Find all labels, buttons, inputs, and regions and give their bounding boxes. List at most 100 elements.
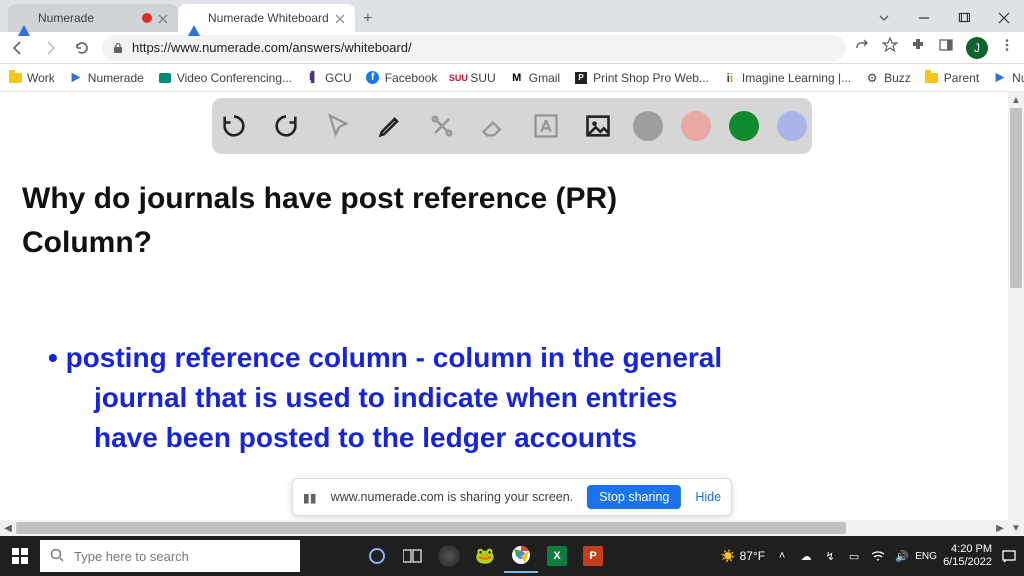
menu-icon[interactable] <box>1000 38 1014 57</box>
excel-icon[interactable]: X <box>540 539 574 573</box>
handwriting-question-line2: Column? <box>22 224 152 262</box>
bookmark-video-conferencing[interactable]: Video Conferencing... <box>158 71 292 85</box>
maximize-button[interactable] <box>944 4 984 32</box>
forward-button[interactable] <box>38 36 62 60</box>
stop-sharing-button[interactable]: Stop sharing <box>587 485 681 509</box>
chevron-down-icon[interactable] <box>864 4 904 32</box>
bookmark-numerade[interactable]: Numerade <box>69 71 144 85</box>
color-blue[interactable] <box>777 111 807 141</box>
gcu-icon: I▌ <box>306 71 320 85</box>
minimize-button[interactable] <box>904 4 944 32</box>
bookmark-numerade-portal[interactable]: Numerade Portal <box>993 71 1024 85</box>
color-grey[interactable] <box>633 111 663 141</box>
back-button[interactable] <box>6 36 30 60</box>
meet-icon <box>158 71 172 85</box>
scroll-down-icon[interactable]: ▼ <box>1008 520 1024 536</box>
scroll-track[interactable] <box>16 520 992 536</box>
suu-icon: SUU <box>451 71 465 85</box>
bookmark-work[interactable]: Work <box>8 71 55 85</box>
volume-icon[interactable]: 🔊 <box>895 549 909 563</box>
browser-tabs: Numerade Numerade Whiteboard + <box>0 0 381 32</box>
extensions-icon[interactable] <box>910 37 926 58</box>
printshop-icon: P <box>574 71 588 85</box>
notifications-icon[interactable] <box>1002 549 1016 563</box>
bookmark-buzz[interactable]: ⚙Buzz <box>865 71 911 85</box>
reload-button[interactable] <box>70 36 94 60</box>
app-icon[interactable] <box>432 539 466 573</box>
side-panel-icon[interactable] <box>938 37 954 58</box>
close-window-button[interactable] <box>984 4 1024 32</box>
bookmark-gcu[interactable]: I▌GCU <box>306 71 352 85</box>
undo-button[interactable] <box>217 109 251 143</box>
text-tool[interactable] <box>529 109 563 143</box>
taskbar-search[interactable]: Type here to search <box>40 540 300 572</box>
url-input[interactable]: https://www.numerade.com/answers/whitebo… <box>102 35 846 61</box>
weather-widget[interactable]: ☀️ 87°F <box>721 549 765 563</box>
facebook-icon: f <box>366 71 380 85</box>
scroll-thumb[interactable] <box>16 522 846 534</box>
task-view-icon[interactable] <box>396 539 430 573</box>
numerade-icon <box>188 11 202 25</box>
sun-icon: ☀️ <box>721 549 736 563</box>
close-tab-icon[interactable] <box>158 13 168 23</box>
vertical-scrollbar[interactable]: ▲ ▼ <box>1008 92 1024 536</box>
new-tab-button[interactable]: + <box>355 6 381 32</box>
battery-icon[interactable]: ▭ <box>847 549 861 563</box>
share-text: www.numerade.com is sharing your screen. <box>331 490 573 504</box>
scroll-up-icon[interactable]: ▲ <box>1008 92 1024 108</box>
powerpoint-icon[interactable]: P <box>576 539 610 573</box>
bluetooth-icon[interactable]: ↯ <box>823 549 837 563</box>
address-bar: https://www.numerade.com/answers/whitebo… <box>0 32 1024 64</box>
bookmark-gmail[interactable]: MGmail <box>510 71 560 85</box>
language-icon[interactable]: ENG <box>919 549 933 563</box>
close-tab-icon[interactable] <box>335 13 345 23</box>
share-icon[interactable] <box>854 37 870 58</box>
scroll-right-icon[interactable]: ▶ <box>992 520 1008 536</box>
recording-indicator-icon <box>142 13 152 23</box>
imagine-icon: ii <box>723 71 737 85</box>
bookmark-facebook[interactable]: fFacebook <box>366 71 438 85</box>
redo-button[interactable] <box>269 109 303 143</box>
profile-avatar[interactable]: J <box>966 37 988 59</box>
clock[interactable]: 4:20 PM 6/15/2022 <box>943 543 992 568</box>
folder-icon <box>925 71 939 85</box>
numerade-icon <box>69 71 83 85</box>
star-icon[interactable] <box>882 37 898 58</box>
taskbar-apps: 🐸 X P <box>360 539 610 573</box>
bookmark-parent[interactable]: Parent <box>925 71 979 85</box>
bookmark-imagine[interactable]: iiImagine Learning |... <box>723 71 851 85</box>
tab-title: Numerade Whiteboard <box>208 11 329 25</box>
pointer-tool[interactable] <box>321 109 355 143</box>
wifi-icon[interactable] <box>871 549 885 563</box>
scroll-thumb[interactable] <box>1010 108 1022 288</box>
browser-tab-whiteboard[interactable]: Numerade Whiteboard <box>178 4 355 32</box>
image-tool[interactable] <box>581 109 615 143</box>
share-site-icon: ▮▮ <box>303 490 317 505</box>
cortana-icon[interactable] <box>360 539 394 573</box>
scroll-left-icon[interactable]: ◀ <box>0 520 16 536</box>
numerade-icon <box>18 11 32 25</box>
toolbar-right: J <box>854 37 1018 59</box>
start-button[interactable] <box>0 536 40 576</box>
handwriting-answer-line1: • posting reference column - column in t… <box>48 340 722 375</box>
chrome-icon[interactable] <box>504 539 538 573</box>
bookmark-suu[interactable]: SUUSUU <box>451 71 495 85</box>
browser-tab-numerade[interactable]: Numerade <box>8 4 178 32</box>
system-tray: ☀️ 87°F ˄ ☁ ↯ ▭ 🔊 ENG 4:20 PM 6/15/2022 <box>721 543 1024 568</box>
color-pink[interactable] <box>681 111 711 141</box>
color-green[interactable] <box>729 111 759 141</box>
hide-share-bar-button[interactable]: Hide <box>695 490 721 504</box>
eraser-tool[interactable] <box>477 109 511 143</box>
pen-tool[interactable] <box>373 109 407 143</box>
handwriting-answer-line3: have been posted to the ledger accounts <box>94 420 637 455</box>
app-icon[interactable]: 🐸 <box>468 539 502 573</box>
bookmark-printshop[interactable]: PPrint Shop Pro Web... <box>574 71 709 85</box>
tray-overflow-icon[interactable]: ˄ <box>775 549 789 563</box>
tools-button[interactable] <box>425 109 459 143</box>
windows-taskbar: Type here to search 🐸 X P ☀️ 87°F ˄ ☁ ↯ … <box>0 536 1024 576</box>
scroll-track[interactable] <box>1008 108 1024 520</box>
window-controls <box>864 4 1024 32</box>
horizontal-scrollbar[interactable]: ◀ ▶ <box>0 520 1008 536</box>
handwriting-answer-line2: journal that is used to indicate when en… <box>94 380 677 415</box>
onedrive-icon[interactable]: ☁ <box>799 549 813 563</box>
